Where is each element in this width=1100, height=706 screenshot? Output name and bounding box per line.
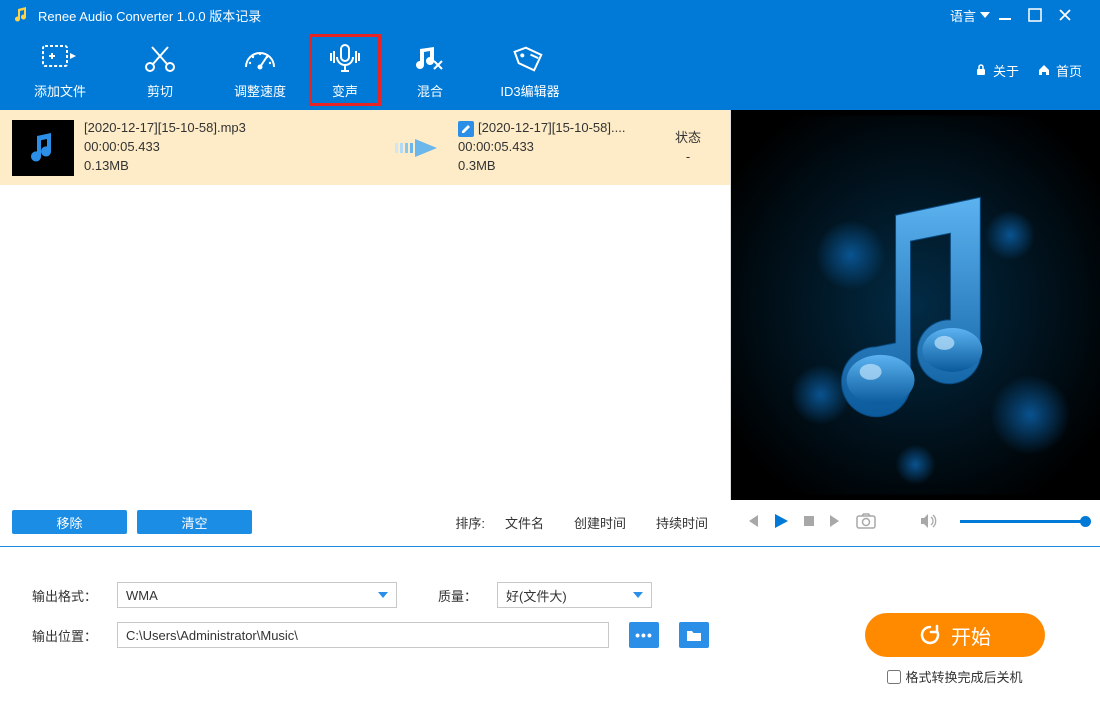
file-status: 状态 - — [658, 129, 718, 165]
app-title: Renee Audio Converter 1.0.0 版本记录 — [38, 6, 950, 25]
main-toolbar: 添加文件 剪切 调整速度 变声 混合 ID3编辑器 关于 首页 — [0, 30, 1100, 110]
language-selector[interactable]: 语言 — [950, 6, 990, 25]
home-label: 首页 — [1056, 61, 1082, 80]
section-divider — [0, 546, 1100, 547]
gauge-icon — [242, 41, 278, 77]
volume-slider[interactable] — [960, 520, 1086, 523]
output-file-size: 0.3MB — [458, 157, 648, 176]
add-file-button[interactable]: 添加文件 — [10, 35, 110, 105]
sort-label: 排序: — [455, 513, 485, 532]
shutdown-label: 格式转换完成后关机 — [905, 667, 1022, 686]
speed-button[interactable]: 调整速度 — [210, 35, 310, 105]
shutdown-checkbox-input[interactable] — [887, 670, 901, 684]
lock-icon — [974, 63, 988, 77]
minimize-button[interactable] — [998, 8, 1028, 22]
quality-value: 好(文件大) — [506, 586, 567, 605]
mix-button[interactable]: 混合 — [380, 35, 480, 105]
source-file-size: 0.13MB — [84, 157, 378, 176]
format-value: WMA — [126, 588, 158, 603]
edit-icon[interactable] — [458, 121, 474, 137]
id3-editor-button[interactable]: ID3编辑器 — [480, 35, 580, 105]
quality-label: 质量： — [417, 586, 477, 605]
output-file-info: [2020-12-17][15-10-58].... 00:00:05.433 … — [458, 119, 648, 176]
folder-icon — [686, 628, 702, 642]
start-area: 开始 格式转换完成后关机 — [845, 613, 1065, 686]
speed-label: 调整速度 — [234, 81, 286, 100]
playback-controls — [730, 500, 1100, 542]
start-label: 开始 — [951, 621, 991, 650]
about-label: 关于 — [993, 61, 1019, 80]
status-value: - — [658, 148, 718, 166]
chevron-down-icon — [378, 592, 388, 598]
file-list: [2020-12-17][15-10-58].mp3 00:00:05.433 … — [0, 110, 730, 542]
add-file-icon — [40, 41, 80, 77]
chevron-down-icon — [980, 12, 990, 18]
path-more-button[interactable]: ••• — [629, 622, 659, 648]
file-thumbnail — [12, 120, 74, 176]
output-file-name: [2020-12-17][15-10-58].... — [478, 119, 625, 138]
titlebar: Renee Audio Converter 1.0.0 版本记录 语言 — [0, 0, 1100, 30]
refresh-icon — [919, 624, 941, 646]
home-link[interactable]: 首页 — [1037, 61, 1082, 80]
id3-editor-label: ID3编辑器 — [500, 81, 559, 100]
mix-icon — [412, 41, 448, 77]
about-link[interactable]: 关于 — [974, 61, 1019, 80]
close-button[interactable] — [1058, 8, 1088, 22]
language-label: 语言 — [950, 6, 976, 25]
quality-select[interactable]: 好(文件大) — [497, 582, 652, 608]
scissors-icon — [142, 41, 178, 77]
cut-label: 剪切 — [147, 81, 173, 100]
app-logo-icon — [12, 6, 30, 24]
microphone-icon — [327, 41, 363, 77]
play-button[interactable] — [772, 512, 790, 530]
prev-button[interactable] — [744, 513, 760, 529]
status-header: 状态 — [658, 129, 718, 147]
source-file-info: [2020-12-17][15-10-58].mp3 00:00:05.433 … — [84, 119, 378, 176]
home-icon — [1037, 63, 1051, 77]
source-file-name: [2020-12-17][15-10-58].mp3 — [84, 119, 378, 138]
sort-by-created[interactable]: 创建时间 — [564, 513, 636, 532]
clear-button[interactable]: 清空 — [137, 510, 252, 534]
tag-icon — [512, 41, 548, 77]
volume-knob[interactable] — [1080, 516, 1091, 527]
maximize-button[interactable] — [1028, 8, 1058, 22]
sort-by-duration[interactable]: 持续时间 — [646, 513, 718, 532]
format-label: 输出格式： — [22, 586, 97, 605]
output-file-duration: 00:00:05.433 — [458, 138, 648, 157]
toolbar-right-links: 关于 首页 — [974, 61, 1090, 80]
sort-by-filename[interactable]: 文件名 — [495, 513, 554, 532]
convert-arrow-icon — [388, 133, 448, 163]
mix-label: 混合 — [417, 81, 443, 100]
volume-icon[interactable] — [920, 513, 938, 529]
chevron-down-icon — [633, 592, 643, 598]
source-file-duration: 00:00:05.433 — [84, 138, 378, 157]
start-button[interactable]: 开始 — [865, 613, 1045, 657]
output-path-value: C:\Users\Administrator\Music\ — [126, 628, 298, 643]
list-footer: 移除 清空 排序: 文件名 创建时间 持续时间 — [0, 502, 730, 542]
shutdown-checkbox[interactable]: 格式转换完成后关机 — [887, 667, 1022, 686]
preview-screen — [730, 110, 1100, 500]
format-select[interactable]: WMA — [117, 582, 397, 608]
preview-panel — [730, 110, 1100, 542]
path-label: 输出位置： — [22, 626, 97, 645]
stop-button[interactable] — [802, 514, 816, 528]
add-file-label: 添加文件 — [34, 81, 86, 100]
cut-button[interactable]: 剪切 — [110, 35, 210, 105]
voice-change-label: 变声 — [332, 81, 358, 100]
open-folder-button[interactable] — [679, 622, 709, 648]
output-path-input[interactable]: C:\Users\Administrator\Music\ — [117, 622, 609, 648]
next-button[interactable] — [828, 513, 844, 529]
main-area: [2020-12-17][15-10-58].mp3 00:00:05.433 … — [0, 110, 1100, 542]
snapshot-button[interactable] — [856, 513, 876, 529]
voice-change-button[interactable]: 变声 — [310, 35, 380, 105]
file-row[interactable]: [2020-12-17][15-10-58].mp3 00:00:05.433 … — [0, 110, 730, 185]
remove-button[interactable]: 移除 — [12, 510, 127, 534]
